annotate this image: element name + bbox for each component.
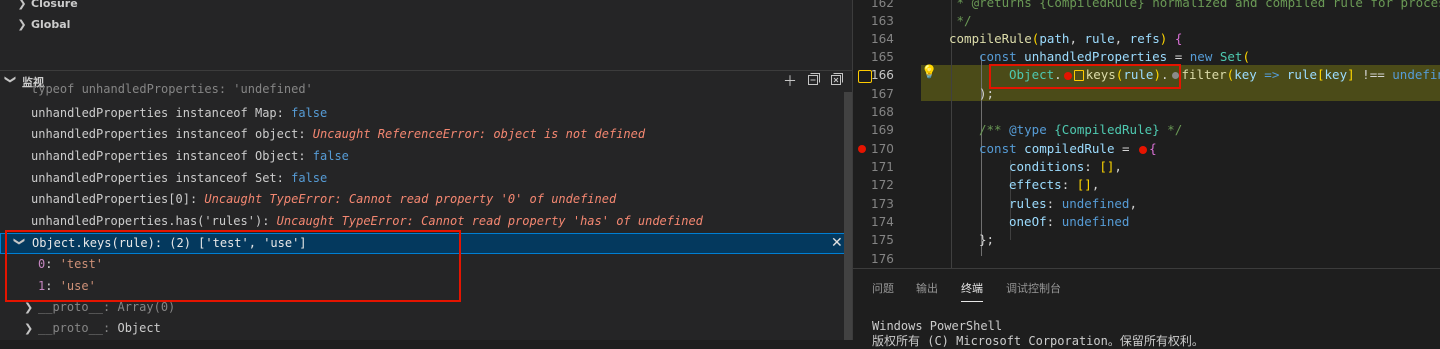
code-text: }; — [979, 232, 995, 247]
watch-sep: : — [276, 106, 292, 120]
watch-expression[interactable]: typeof unhandledProperties: 'undefined' — [31, 82, 313, 96]
scope-closure[interactable]: ❯ Closure — [0, 0, 852, 14]
watch-value: false — [291, 106, 328, 120]
proto-key: __proto__ — [38, 321, 104, 335]
line-number: 176 — [871, 252, 894, 266]
debug-sidebar: ❯ Closure ❯ Global ❯ 监视 ＋ typeof unhandl… — [0, 0, 852, 340]
lightbulb-icon[interactable]: 💡 — [921, 66, 937, 80]
code-line: }; — [979, 231, 994, 249]
scope-label: Global — [31, 18, 71, 31]
chevron-right-icon[interactable]: ❯ — [24, 322, 33, 335]
chevron-down-icon: ❯ — [4, 74, 18, 85]
code-line: compileRule(path, rule, refs) { — [949, 31, 1183, 46]
line-number: 173 — [871, 197, 894, 211]
terminal-line: Windows PowerShell — [872, 319, 1003, 333]
line-number: 174 — [871, 215, 894, 229]
watch-expression[interactable]: unhandledProperties.has('rules'): Uncaug… — [31, 211, 703, 232]
line-number: 165 — [871, 50, 894, 64]
watch-proto-item[interactable]: __proto__: Array(0) — [38, 297, 175, 318]
watch-expr-text: unhandledProperties instanceof Object — [31, 149, 299, 163]
line-number: 164 — [871, 32, 894, 46]
code-line: ); — [979, 85, 994, 103]
watch-error: Uncaught TypeError: Cannot read property… — [276, 214, 703, 228]
code-editor[interactable]: 💡 162 163 164 165 166 167 168 169 170 17… — [852, 0, 1440, 268]
watch-expr-text: unhandledProperties instanceof Map — [31, 106, 277, 120]
chevron-right-icon: ❯ — [17, 18, 27, 31]
watch-sep: : — [189, 192, 205, 206]
watch-expr-text: typeof unhandledProperties — [31, 82, 219, 96]
line-number: 168 — [871, 105, 894, 119]
watch-expression[interactable]: unhandledProperties instanceof Map: fals… — [31, 103, 327, 124]
add-icon[interactable]: ＋ — [780, 72, 800, 92]
line-number: 175 — [871, 233, 894, 247]
chevron-right-icon[interactable]: ❯ — [24, 301, 33, 314]
watch-expression[interactable]: unhandledProperties instanceof object: U… — [31, 124, 645, 145]
terminal-line: 版权所有 (C) Microsoft Corporation。保留所有权利。 — [872, 334, 1204, 348]
line-number: 163 — [871, 14, 894, 28]
child-value: 'use' — [59, 279, 96, 293]
watch-selected-text: Object.keys(rule): (2) ['test', 'use'] — [32, 236, 307, 250]
watch-expr-text: unhandledProperties.has('rules') — [31, 214, 263, 228]
code-line: const compiledRule = { — [979, 141, 1157, 156]
code-text: ); — [979, 86, 995, 101]
proto-value: Object — [117, 321, 161, 335]
close-icon[interactable]: ✕ — [831, 234, 843, 253]
proto-value: Array(0) — [117, 300, 176, 314]
bottom-panel: 问题 输出 终端 调试控制台 Windows PowerShell 版权所有 (… — [852, 268, 1440, 348]
code-line: const unhandledProperties = new Set( — [979, 49, 1250, 64]
tab-problems[interactable]: 问题 — [872, 277, 894, 301]
chevron-right-icon: ❯ — [17, 0, 27, 10]
line-number: 169 — [871, 123, 894, 137]
watch-value: false — [291, 171, 328, 185]
watch-error: Uncaught ReferenceError: object is not d… — [312, 127, 646, 141]
code-line: * @returns {CompiledRule} normalized and… — [949, 0, 1440, 12]
watch-expression[interactable]: unhandledProperties instanceof Object: f… — [31, 146, 349, 167]
watch-sep: : — [298, 149, 313, 163]
watch-expr-text: unhandledProperties[0] — [31, 192, 190, 206]
line-number: 166 — [871, 68, 894, 82]
watch-expression-selected[interactable]: ❯ Object.keys(rule): (2) ['test', 'use']… — [0, 233, 852, 254]
chevron-down-icon: ❯ — [13, 236, 27, 247]
watch-child-item[interactable]: 0: 'test' — [38, 254, 103, 275]
code-line: /** @type {CompiledRule} */ — [979, 122, 1183, 137]
watch-expression[interactable]: unhandledProperties instanceof Set: fals… — [31, 168, 327, 189]
collapse-all-icon[interactable] — [804, 72, 824, 92]
watch-proto-item[interactable]: __proto__: Object — [38, 318, 161, 339]
watch-expr-text: unhandledProperties instanceof Set — [31, 171, 277, 185]
scope-global[interactable]: ❯ Global — [0, 15, 852, 35]
tab-terminal[interactable]: 终端 — [961, 277, 983, 302]
remove-all-icon[interactable] — [827, 72, 847, 92]
code-line: effects: [], — [1009, 177, 1100, 192]
code-text: */ — [949, 13, 972, 28]
code-line: oneOf: undefined — [1009, 214, 1130, 229]
code-line: */ — [949, 12, 972, 30]
watch-expression[interactable]: unhandledProperties[0]: Uncaught TypeErr… — [31, 189, 616, 210]
watch-value: 'undefined' — [233, 82, 313, 96]
code-line: conditions: [], — [1009, 159, 1122, 174]
watch-error: Uncaught TypeError: Cannot read property… — [204, 192, 617, 206]
breakpoint-icon[interactable] — [858, 145, 866, 153]
watch-sep: : — [276, 171, 292, 185]
current-frame-icon — [858, 70, 872, 83]
line-number: 171 — [871, 160, 894, 174]
line-number: 162 — [871, 0, 894, 10]
scrollbar[interactable] — [844, 92, 852, 340]
tab-output[interactable]: 输出 — [916, 277, 938, 301]
watch-sep: : — [218, 82, 234, 96]
proto-key: __proto__ — [38, 300, 104, 314]
line-number: 170 — [871, 142, 894, 156]
code-text: * @returns {CompiledRule} normalized and… — [949, 0, 1440, 10]
watch-expr-text: unhandledProperties instanceof object — [31, 127, 299, 141]
watch-sep: : — [298, 127, 313, 141]
code-line-current: Object. keys(rule). filter(key => rule[key… — [1009, 67, 1440, 82]
line-number: 172 — [871, 178, 894, 192]
scope-label: Closure — [31, 0, 78, 10]
tab-debug-console[interactable]: 调试控制台 — [1006, 277, 1061, 301]
watch-value: false — [312, 149, 349, 163]
watch-sep: : — [262, 214, 277, 228]
line-number: 167 — [871, 87, 894, 101]
code-line: rules: undefined, — [1009, 196, 1137, 211]
watch-child-item[interactable]: 1: 'use' — [38, 276, 96, 297]
child-value: 'test' — [59, 257, 104, 271]
